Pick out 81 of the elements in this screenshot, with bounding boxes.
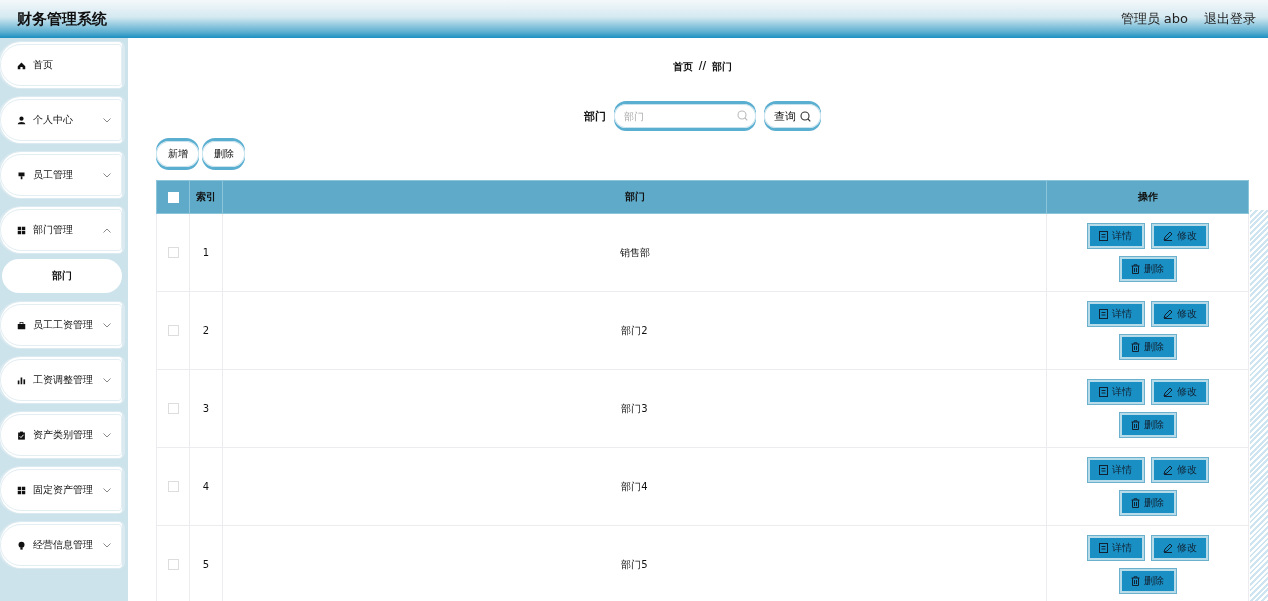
department-cell: 部门5 bbox=[621, 558, 648, 570]
row-checkbox[interactable] bbox=[167, 559, 179, 571]
details-button[interactable]: 详情 bbox=[1087, 224, 1144, 248]
details-button[interactable]: 详情 bbox=[1087, 536, 1144, 560]
search-icon bbox=[800, 110, 811, 122]
department-cell: 部门2 bbox=[621, 324, 648, 336]
department-cell: 销售部 bbox=[619, 246, 650, 258]
trash-icon bbox=[1131, 342, 1140, 352]
row-checkbox[interactable] bbox=[167, 247, 179, 259]
home-icon bbox=[17, 60, 26, 70]
index-cell: 1 bbox=[202, 247, 210, 258]
breadcrumb-item[interactable]: 首页 bbox=[672, 60, 693, 92]
search-field[interactable]: 部门 bbox=[614, 104, 756, 128]
sidebar-item[interactable]: 首页 bbox=[0, 44, 122, 86]
edit-button[interactable]: 修改 bbox=[1151, 302, 1208, 326]
department-cell: 部门3 bbox=[621, 402, 648, 414]
bulb-icon bbox=[17, 540, 26, 550]
edit-button[interactable]: 修改 bbox=[1151, 380, 1208, 404]
edit-button[interactable]: 修改 bbox=[1151, 458, 1208, 482]
row-checkbox[interactable] bbox=[167, 403, 179, 415]
trash-icon bbox=[1131, 576, 1140, 586]
sidebar-item[interactable]: 员工工资管理 bbox=[0, 304, 122, 346]
delete-button[interactable]: 删除 bbox=[1119, 569, 1176, 593]
bar-chart-icon bbox=[17, 375, 26, 385]
department-cell: 部门4 bbox=[621, 480, 648, 492]
pen-icon bbox=[1162, 465, 1173, 475]
row-checkbox[interactable] bbox=[167, 481, 179, 493]
pen-icon bbox=[1162, 543, 1173, 553]
row-checkbox[interactable] bbox=[167, 325, 179, 337]
index-cell: 5 bbox=[202, 559, 210, 570]
delete-button[interactable]: 删除 bbox=[202, 141, 245, 167]
breadcrumb-separator: // bbox=[698, 60, 707, 73]
pen-icon bbox=[1162, 309, 1173, 319]
trash-icon bbox=[1131, 420, 1140, 430]
grid-icon bbox=[17, 485, 26, 495]
select-all-checkbox[interactable] bbox=[167, 191, 179, 203]
pen-icon bbox=[1162, 231, 1173, 241]
edit-button[interactable]: 修改 bbox=[1151, 536, 1208, 560]
document-icon bbox=[1099, 543, 1108, 553]
index-cell: 2 bbox=[202, 325, 210, 336]
trash-icon bbox=[1131, 264, 1140, 274]
add-button[interactable]: 新增 bbox=[156, 141, 199, 167]
logout-link[interactable]: 退出登录 bbox=[1204, 10, 1256, 28]
sidebar-item[interactable]: 经营信息管理 bbox=[0, 524, 122, 566]
index-cell: 3 bbox=[202, 403, 210, 414]
clipboard-icon bbox=[17, 430, 26, 440]
document-icon bbox=[1099, 231, 1108, 241]
pin-icon bbox=[17, 170, 26, 180]
sidebar-subitem[interactable]: 部门 bbox=[2, 259, 122, 293]
sidebar-item[interactable]: 员工管理 bbox=[0, 154, 122, 196]
details-button[interactable]: 详情 bbox=[1087, 380, 1144, 404]
delete-button[interactable]: 删除 bbox=[1119, 335, 1176, 359]
search-icon bbox=[737, 110, 748, 121]
sidebar-item[interactable]: 固定资产管理 bbox=[0, 469, 122, 511]
sidebar-item[interactable]: 部门管理 bbox=[0, 209, 122, 251]
details-button[interactable]: 详情 bbox=[1087, 458, 1144, 482]
index-cell: 4 bbox=[202, 481, 210, 492]
sidebar-item[interactable]: 工资调整管理 bbox=[0, 359, 122, 401]
sidebar-item[interactable]: 资产类别管理 bbox=[0, 414, 122, 456]
document-icon bbox=[1099, 309, 1108, 319]
pen-icon bbox=[1162, 387, 1173, 397]
grid-icon bbox=[17, 225, 26, 235]
user-icon bbox=[17, 115, 26, 125]
document-icon bbox=[1099, 387, 1108, 397]
column-header: 部门 bbox=[624, 191, 645, 202]
breadcrumb-item: 部门 bbox=[712, 60, 733, 74]
trash-icon bbox=[1131, 498, 1140, 508]
details-button[interactable]: 详情 bbox=[1087, 302, 1144, 326]
user-name: 管理员 abo bbox=[1120, 10, 1188, 28]
query-button[interactable]: 查询 bbox=[764, 104, 821, 128]
edit-button[interactable]: 修改 bbox=[1151, 224, 1208, 248]
delete-button[interactable]: 删除 bbox=[1119, 491, 1176, 515]
document-icon bbox=[1099, 465, 1108, 475]
delete-button[interactable]: 删除 bbox=[1119, 257, 1176, 281]
briefcase-icon bbox=[17, 320, 26, 330]
column-header: 索引 bbox=[196, 191, 216, 202]
app-title: 财务管理系统 bbox=[17, 9, 108, 29]
column-header: 操作 bbox=[1137, 191, 1158, 202]
sidebar-item[interactable]: 个人中心 bbox=[0, 99, 122, 141]
search-label: 部门 bbox=[584, 108, 606, 124]
delete-button[interactable]: 删除 bbox=[1119, 413, 1176, 437]
